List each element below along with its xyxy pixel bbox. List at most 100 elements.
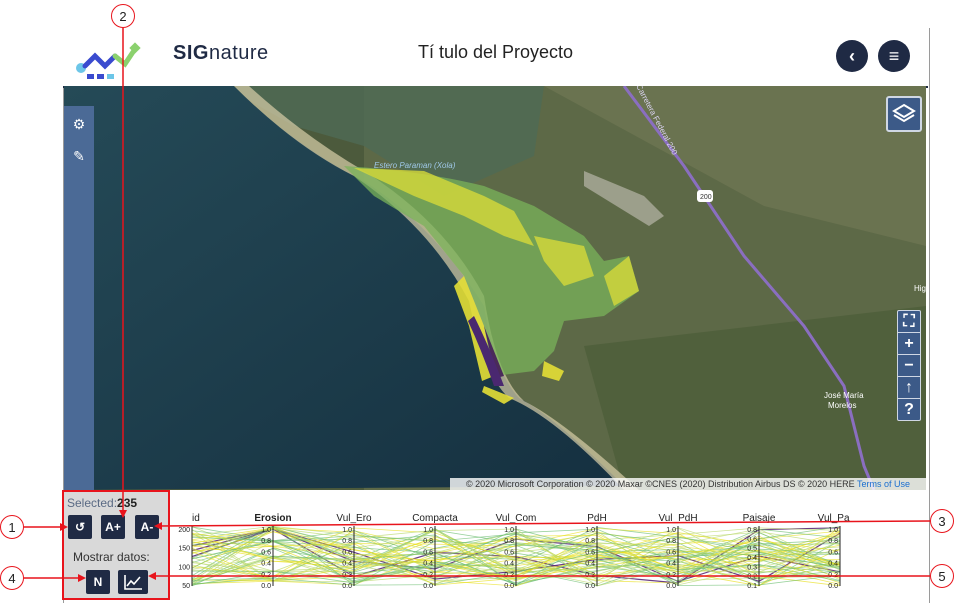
pc-tick-label: 0.6: [504, 549, 514, 556]
pc-tick-label: 0.2: [504, 572, 514, 579]
pc-tick-label: 0.0: [423, 583, 433, 590]
pc-tick-label: 0.8: [585, 538, 595, 545]
zoom-out-button[interactable]: −: [898, 355, 920, 377]
pc-tick-label: 100: [178, 564, 190, 571]
pc-tick-label: 0.2: [585, 572, 595, 579]
callout-4: 4: [0, 566, 24, 590]
pc-tick-label: 1.0: [504, 527, 514, 534]
pc-tick-label: 0.0: [828, 583, 838, 590]
map-attribution: © 2020 Microsoft Corporation © 2020 Maxa…: [450, 478, 926, 491]
pc-axis-label[interactable]: Vul_Paisa: [818, 513, 850, 524]
pc-tick-label: 0.2: [261, 572, 271, 579]
callout-1: 1: [0, 515, 24, 539]
menu-button[interactable]: ≡: [878, 40, 910, 72]
n-button[interactable]: N: [86, 570, 110, 594]
pc-tick-label: 0.5: [747, 546, 757, 553]
pc-tick-label: 200: [178, 527, 190, 534]
attribution-text: © 2020 Microsoft Corporation © 2020 Maxa…: [465, 479, 855, 489]
pc-axis-label[interactable]: Compacta: [412, 513, 458, 524]
pc-tick-label: 0.2: [342, 572, 352, 579]
pc-tick-label: 150: [178, 546, 190, 553]
pc-axis-label[interactable]: Erosion: [254, 513, 291, 524]
pc-tick-label: 0.4: [423, 561, 433, 568]
pc-axis-label[interactable]: Vul_PdH: [658, 513, 697, 524]
pc-tick-label: 0.0: [585, 583, 595, 590]
paint-brush-icon[interactable]: ✎: [71, 148, 87, 164]
pc-tick-label: 0.1: [747, 583, 757, 590]
town-label-2: Morelos: [828, 401, 856, 410]
pc-tick-label: 1.0: [342, 527, 352, 534]
pc-tick-label: 0.6: [828, 549, 838, 556]
pc-tick-label: 0.4: [828, 561, 838, 568]
hamburger-menu-icon: ≡: [888, 46, 900, 66]
pc-tick-label: 0.6: [261, 549, 271, 556]
help-button[interactable]: ?: [898, 399, 920, 420]
font-increase-button[interactable]: A+: [101, 515, 125, 539]
back-button[interactable]: ‹: [836, 40, 868, 72]
home-extent-icon: ↑: [905, 379, 913, 396]
callout-3: 3: [930, 509, 954, 533]
home-extent-button[interactable]: ↑: [898, 377, 920, 399]
satellite-map[interactable]: Estero Paraman (Xola) Carretera Federal …: [64, 86, 926, 490]
pc-tick-label: 1.0: [666, 527, 676, 534]
pc-tick-label: 1.0: [828, 527, 838, 534]
pc-tick-label: 0.8: [666, 538, 676, 545]
pc-axis-label[interactable]: id: [192, 513, 200, 524]
parallel-coordinates-chart[interactable]: id200 150 100 50 Erosion 1.0 0.8 0.6 0.4 0.2 0.0 Vu…: [170, 508, 850, 598]
fullscreen-button[interactable]: ⛶: [898, 311, 920, 333]
town-label-1: José María: [824, 391, 864, 400]
pc-tick-label: 0.2: [423, 572, 433, 579]
pc-tick-label: 1.0: [423, 527, 433, 534]
zoom-in-icon: +: [904, 335, 914, 352]
callout-2: 2: [111, 4, 135, 28]
pc-tick-label: 0.4: [747, 555, 757, 562]
pc-axis-label[interactable]: Vul_Ero: [336, 513, 372, 524]
undo-icon: ↺: [74, 520, 86, 534]
pc-tick-label: 0.6: [342, 549, 352, 556]
chart-button[interactable]: [118, 570, 148, 594]
fullscreen-icon: ⛶: [903, 313, 915, 330]
pc-tick-label: 0.2: [828, 572, 838, 579]
layers-icon: [892, 103, 916, 123]
pc-tick-label: 0.6: [747, 536, 757, 543]
show-data-label: Mostrar datos:: [73, 550, 150, 564]
pc-tick-label: 0.0: [504, 583, 514, 590]
pc-tick-label: 0.4: [666, 561, 676, 568]
pc-tick-label: 0.8: [828, 538, 838, 545]
font-decrease-button[interactable]: A-: [135, 515, 159, 539]
selected-count: Selected:235: [67, 496, 138, 510]
pc-tick-label: 0.8: [261, 538, 271, 545]
layers-button[interactable]: [886, 96, 922, 132]
gears-icon[interactable]: ⚙: [71, 116, 87, 132]
callout-5: 5: [930, 564, 954, 588]
pc-axis-label[interactable]: Vul_Com: [496, 513, 537, 524]
pc-tick-label: 0.6: [423, 549, 433, 556]
zoom-in-button[interactable]: +: [898, 333, 920, 355]
pc-tick-label: 0.3: [747, 564, 757, 571]
estero-label: Estero Paraman (Xola): [374, 161, 456, 170]
pc-tick-label: 0.0: [261, 583, 271, 590]
pc-axis-label[interactable]: PdH: [587, 513, 606, 524]
pc-tick-label: 0.8: [342, 538, 352, 545]
pc-tick-label: 0.0: [666, 583, 676, 590]
terms-of-use-link[interactable]: Terms of Use: [857, 479, 910, 489]
pc-tick-label: 0.2: [666, 572, 676, 579]
pc-tick-label: 0.0: [342, 583, 352, 590]
edge-label: Hig Bla: [914, 284, 926, 293]
reset-button[interactable]: ↺: [68, 515, 92, 539]
app-header: SIGnature Tí tulo del Proyecto ‹ ≡: [63, 28, 928, 88]
chevron-left-icon: ‹: [849, 46, 855, 66]
pc-tick-label: 0.4: [585, 561, 595, 568]
pc-tick-label: 0.4: [342, 561, 352, 568]
pc-tick-label: 0.8: [504, 538, 514, 545]
map-sidebar: ⚙ ✎: [64, 106, 94, 490]
pc-tick-label: 0.6: [666, 549, 676, 556]
pc-tick-label: 1.0: [261, 527, 271, 534]
pc-tick-label: 0.8: [747, 527, 757, 534]
pc-axis-label[interactable]: Paisaje: [743, 513, 776, 524]
pc-tick-label: 0.4: [261, 561, 271, 568]
pc-tick-label: 1.0: [585, 527, 595, 534]
pc-tick-label: 0.6: [585, 549, 595, 556]
help-icon: ?: [904, 401, 914, 418]
line-chart-icon: [124, 575, 142, 590]
